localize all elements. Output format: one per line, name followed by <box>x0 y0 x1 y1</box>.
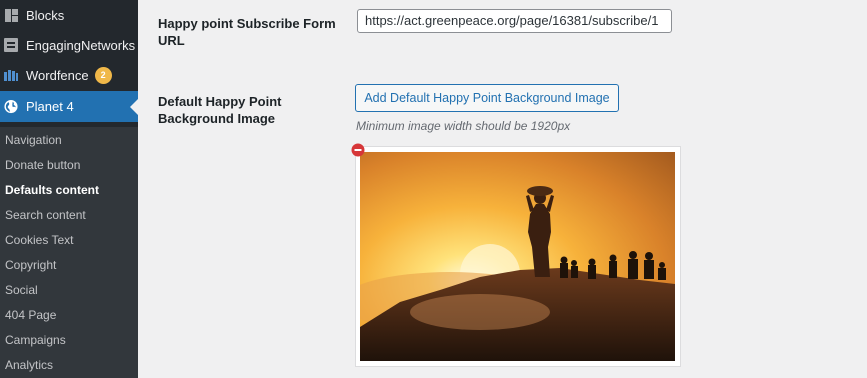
add-background-image-button[interactable]: Add Default Happy Point Background Image <box>355 84 619 112</box>
globe-icon <box>4 99 18 114</box>
wordfence-icon <box>4 68 18 82</box>
image-width-hint: Minimum image width should be 1920px <box>356 119 571 133</box>
submenu-item-navigation[interactable]: Navigation <box>5 133 62 147</box>
planet4-submenu: Navigation Donate button Defaults conten… <box>0 127 138 378</box>
admin-sidebar: Blocks EngagingNetworks Wordfence 2 Plan… <box>0 0 138 378</box>
menu-item-wordfence[interactable]: Wordfence 2 <box>0 60 138 90</box>
update-count-badge: 2 <box>94 66 112 84</box>
menu-item-label: Wordfence <box>26 67 89 83</box>
submenu-item-search-content[interactable]: Search content <box>5 208 86 222</box>
submenu-item-defaults-content[interactable]: Defaults content <box>5 183 99 197</box>
menu-item-blocks[interactable]: Blocks <box>0 0 138 30</box>
submenu-item-404-page[interactable]: 404 Page <box>5 308 56 322</box>
menu-item-label: Blocks <box>26 7 65 23</box>
submenu-item-analytics[interactable]: Analytics <box>5 358 53 372</box>
subscribe-url-input[interactable]: https://act.greenpeace.org/page/16381/su… <box>357 9 672 33</box>
submenu-item-cookies-text[interactable]: Cookies Text <box>5 233 73 247</box>
submenu-item-social[interactable]: Social <box>5 283 38 297</box>
subscribe-url-label: Happy point Subscribe Form URL <box>158 16 336 48</box>
remove-image-icon[interactable] <box>351 143 365 157</box>
menu-item-planet4[interactable]: Planet 4 <box>0 91 138 122</box>
background-image-label: Default Happy Point Background Image <box>158 94 282 126</box>
submenu-item-campaigns[interactable]: Campaigns <box>5 333 66 347</box>
menu-item-label: Planet 4 <box>26 99 74 114</box>
submenu-item-copyright[interactable]: Copyright <box>5 258 56 272</box>
menu-item-label: EngagingNetworks <box>26 37 136 53</box>
submenu-item-donate-button[interactable]: Donate button <box>5 158 80 172</box>
menu-item-engagingnetworks[interactable]: EngagingNetworks <box>0 30 138 60</box>
engaging-networks-icon <box>4 38 18 52</box>
background-image-preview <box>360 152 675 361</box>
blocks-icon <box>4 8 18 22</box>
